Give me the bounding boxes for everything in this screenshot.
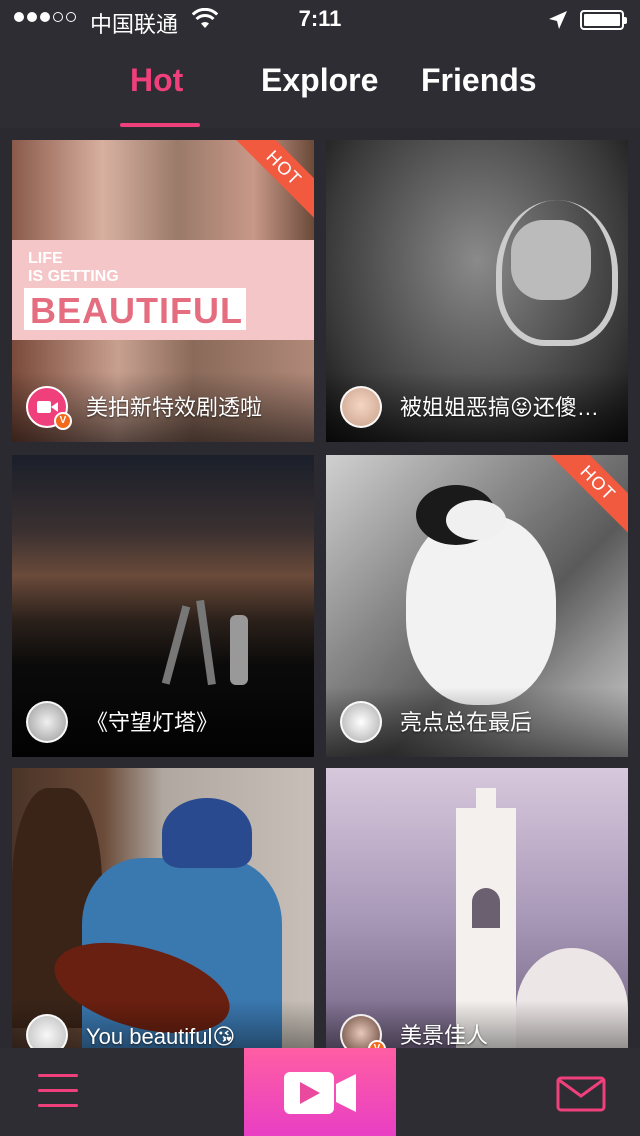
video-camera-icon [284,1072,356,1114]
video-card[interactable]: 《守望灯塔》 [12,455,314,757]
verified-badge: V [54,412,72,430]
envelope-icon [556,1076,606,1112]
messages-button[interactable] [556,1076,606,1117]
tab-hot[interactable]: Hot [130,62,183,99]
video-card[interactable]: You beautiful😘 [12,768,314,1070]
hamburger-menu-icon [38,1074,78,1107]
video-caption: 美景佳人 [400,1023,489,1048]
active-tab-indicator [120,123,200,127]
video-caption: 亮点总在最后 [400,710,533,735]
location-arrow-icon [549,11,567,29]
menu-button[interactable] [38,1074,78,1108]
status-bar: 中国联通 7:11 [0,0,640,40]
avatar[interactable] [340,701,382,743]
video-caption: 被姐姐恶搞😝还傻… [400,395,599,420]
video-caption: 《守望灯塔》 [86,710,219,735]
video-card[interactable]: V 美景佳人 [326,768,628,1070]
clock: 7:11 [298,6,342,31]
poster-text: BEAUTIFUL [30,290,243,331]
poster-text: LIFE [28,250,63,267]
battery-icon [580,10,627,30]
tab-bar: Hot Explore Friends [0,40,640,128]
video-caption: You beautiful😘 [86,1024,236,1049]
poster-text: IS GETTING [28,268,119,285]
video-card[interactable]: LIFE IS GETTING BEAUTIFUL HOT V 美拍新特效剧透啦 [12,140,314,442]
avatar[interactable] [340,386,382,428]
video-card[interactable]: HOT 亮点总在最后 [326,455,628,757]
tab-explore[interactable]: Explore [261,62,378,99]
tab-friends[interactable]: Friends [421,62,537,99]
avatar[interactable] [26,701,68,743]
video-card[interactable]: 被姐姐恶搞😝还傻… [326,140,628,442]
video-caption: 美拍新特效剧透啦 [86,395,263,420]
record-video-button[interactable] [244,1048,396,1136]
bottom-toolbar [0,1048,640,1136]
